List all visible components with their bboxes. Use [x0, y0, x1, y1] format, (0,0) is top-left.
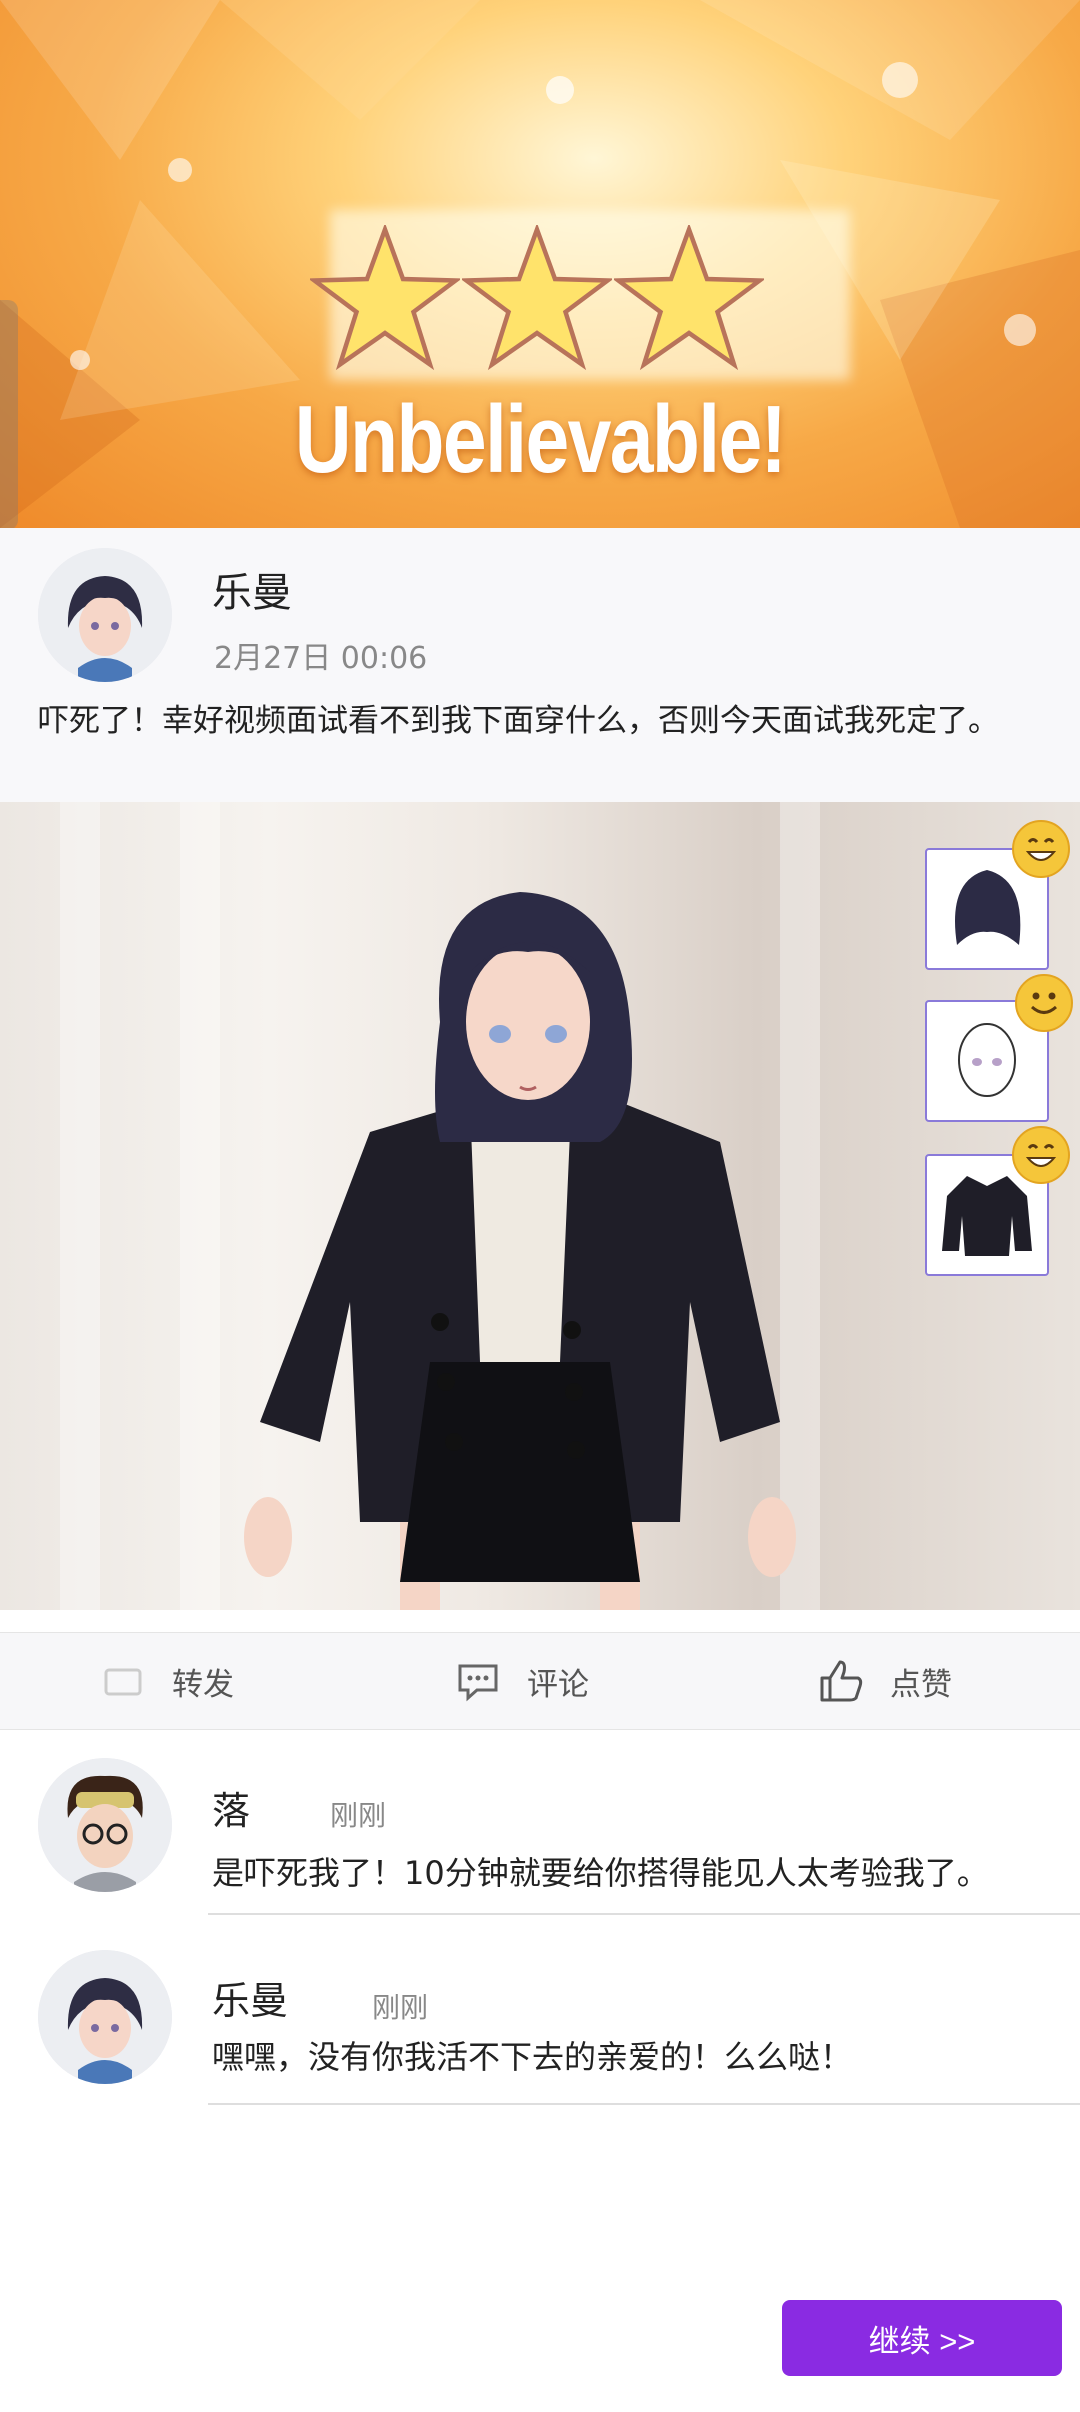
share-button[interactable]: 转发: [100, 1633, 234, 1729]
outfit-photo: [0, 802, 1080, 1610]
comment-icon: [458, 1664, 498, 1702]
star-icon: [462, 225, 612, 371]
avatar[interactable]: [38, 1950, 172, 2084]
post-actions-bar: 转发 评论 点赞: [0, 1632, 1080, 1730]
edge-handle[interactable]: [0, 300, 18, 530]
star-icon: [614, 225, 764, 371]
like-button[interactable]: 点赞: [818, 1633, 952, 1729]
post-text: 吓死了！幸好视频面试看不到我下面穿什么，否则今天面试我死定了。: [38, 703, 999, 739]
grin-emoji: [1012, 820, 1070, 878]
character-figure: [244, 892, 796, 1610]
thumbs-up-icon: [820, 1660, 863, 1702]
avatar[interactable]: [38, 1758, 172, 1892]
rating-stars: [310, 225, 770, 375]
continue-button[interactable]: 继续 >>: [782, 2300, 1062, 2376]
post-header: [0, 528, 1080, 802]
share-icon: [104, 1668, 142, 1696]
comment-text: 嘿嘿，没有你我活不下去的亲爱的！么么哒！: [212, 2038, 853, 2076]
avatar-leman-icon: [38, 548, 172, 682]
post-author-name[interactable]: 乐曼: [212, 560, 292, 618]
comment-divider: [208, 1913, 1080, 1915]
comment-timestamp: 刚刚: [372, 1991, 429, 2024]
avatar-luo-icon: [38, 1758, 172, 1892]
comment-author-name[interactable]: 乐曼: [212, 1970, 288, 2025]
comment-button[interactable]: 评论: [455, 1633, 589, 1729]
like-label: 点赞: [890, 1666, 952, 1703]
result-banner: Unbelievable!: [0, 0, 1080, 528]
post-timestamp: 2月27日 00:06: [214, 641, 428, 676]
comment-label: 评论: [527, 1666, 589, 1703]
avatar[interactable]: [38, 548, 172, 682]
share-label: 转发: [172, 1666, 234, 1703]
comment-timestamp: 刚刚: [330, 1799, 387, 1832]
smile-emoji: [1015, 974, 1073, 1032]
grin-emoji: [1012, 1126, 1070, 1184]
comment-divider: [208, 2103, 1080, 2105]
avatar-leman-icon: [38, 1950, 172, 2084]
star-icon: [310, 225, 460, 371]
comment-author-name[interactable]: 落: [212, 1780, 250, 1835]
result-title: Unbelievable!: [294, 386, 787, 493]
comment-text: 是吓死我了！10分钟就要给你搭得能见人太考验我了。: [212, 1854, 989, 1892]
